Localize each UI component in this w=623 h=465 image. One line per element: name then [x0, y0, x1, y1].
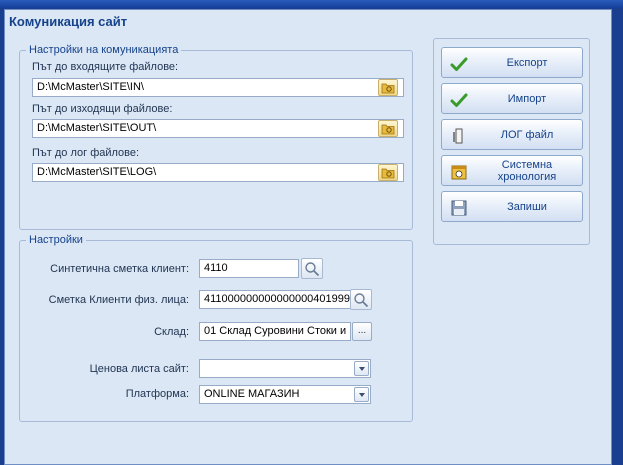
import-label: Импорт: [507, 92, 547, 105]
check-icon: [450, 93, 468, 107]
price-list-dropdown-arrow[interactable]: [354, 361, 369, 376]
warehouse-input[interactable]: 01 Склад Суровини Стоки и: [199, 322, 351, 341]
paths-group-legend: Настройки на комуникацията: [29, 44, 179, 56]
client-account-search-button[interactable]: [301, 258, 323, 279]
individuals-account-input[interactable]: 4110000000000000004019990: [199, 290, 352, 309]
export-button[interactable]: Експорт: [441, 47, 583, 78]
magnifier-icon: [354, 293, 369, 308]
export-label: Експорт: [506, 56, 548, 69]
window-title: Комуникация сайт: [9, 14, 128, 29]
log-path-label: Път до лог файлове:: [32, 147, 140, 159]
warehouse-label: Склад:: [154, 326, 189, 338]
warehouse-browse-button[interactable]: ...: [352, 322, 372, 341]
main-panel: Комуникация сайт Настройки на комуникаци…: [4, 9, 612, 465]
document-icon: [453, 128, 463, 144]
price-list-select[interactable]: [199, 359, 371, 378]
incoming-path-label: Път до входящите файлове:: [32, 61, 179, 73]
log-file-label: ЛОГ файл: [500, 128, 554, 141]
save-label: Запиши: [507, 200, 547, 213]
actions-panel: Експорт Импорт ЛОГ файл Системна хронолог…: [433, 38, 590, 245]
settings-group-legend: Настройки: [29, 234, 83, 246]
log-browse-button[interactable]: [378, 164, 398, 181]
client-account-label: Синтетична сметка клиент:: [50, 263, 189, 275]
incoming-browse-button[interactable]: [378, 79, 398, 96]
platform-dropdown-arrow[interactable]: [354, 387, 369, 402]
folder-icon: [381, 83, 395, 94]
magnifier-icon: [305, 262, 320, 277]
import-button[interactable]: Импорт: [441, 83, 583, 114]
individuals-account-label: Сметка Клиенти физ. лица:: [48, 294, 189, 306]
calendar-icon: [451, 165, 467, 180]
client-account-input[interactable]: 4110: [199, 259, 299, 278]
floppy-disk-icon: [451, 200, 467, 216]
platform-select[interactable]: ONLINE МАГАЗИН: [199, 385, 371, 404]
folder-icon: [381, 168, 395, 179]
log-path-input[interactable]: D:\McMaster\SITE\LOG\: [32, 163, 404, 182]
platform-label: Платформа:: [125, 388, 189, 400]
outgoing-path-input[interactable]: D:\McMaster\SITE\OUT\: [32, 119, 404, 138]
outgoing-path-label: Път до изходящи файлове:: [32, 103, 173, 115]
system-history-label: Системна хронология: [497, 158, 557, 183]
outgoing-browse-button[interactable]: [378, 120, 398, 137]
individuals-account-search-button[interactable]: [350, 289, 372, 310]
incoming-path-input[interactable]: D:\McMaster\SITE\IN\: [32, 78, 404, 97]
check-icon: [450, 57, 468, 71]
price-list-label: Ценова листа сайт:: [89, 363, 189, 375]
folder-icon: [381, 124, 395, 135]
log-file-button[interactable]: ЛОГ файл: [441, 119, 583, 150]
save-button[interactable]: Запиши: [441, 191, 583, 222]
system-history-button[interactable]: Системна хронология: [441, 155, 583, 186]
window-top-border: [0, 0, 623, 8]
